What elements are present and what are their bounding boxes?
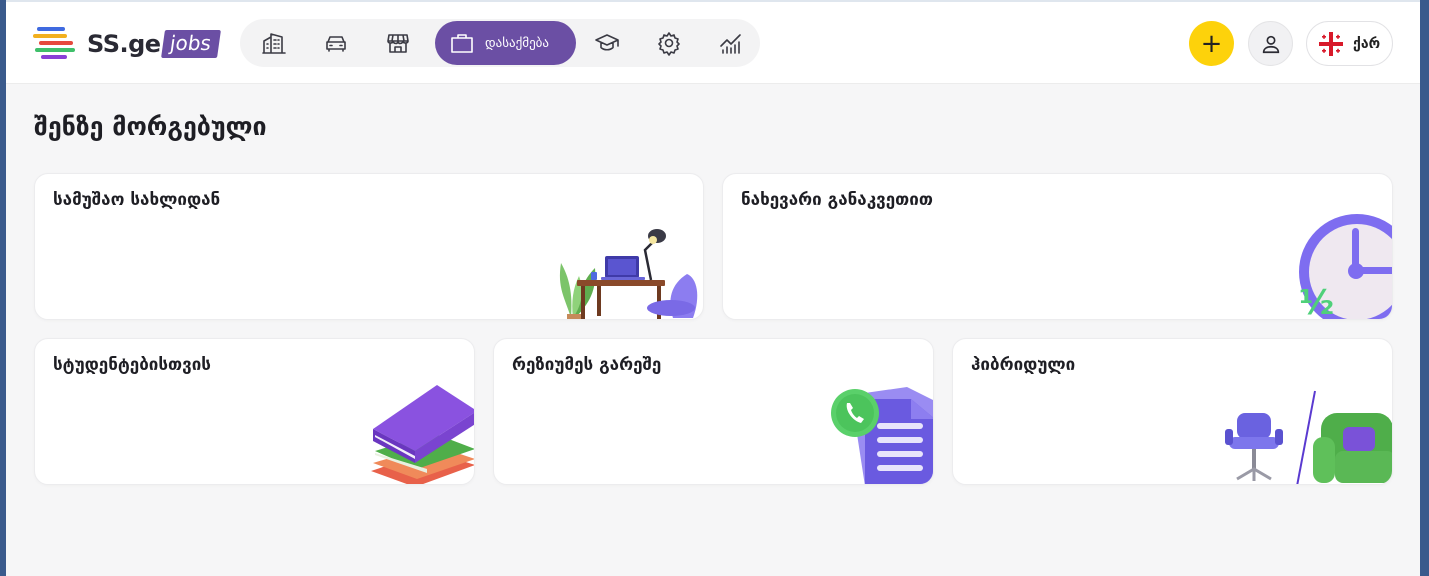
graduation-cap-icon	[595, 34, 619, 51]
card-title: ნახევარი განაკვეთით	[741, 190, 933, 210]
language-label: ქარ	[1353, 35, 1381, 52]
building-icon	[262, 33, 286, 54]
user-icon	[1262, 35, 1279, 53]
nav-jobs-label: დასაქმება	[485, 35, 550, 51]
card-title: სამუშაო სახლიდან	[53, 190, 221, 210]
georgian-flag-icon	[1319, 31, 1343, 56]
card-students[interactable]: სტუდენტებისთვის	[34, 338, 475, 485]
card-remote-work[interactable]: სამუშაო სახლიდან	[34, 173, 704, 320]
clock-illustration: ½	[1299, 214, 1392, 320]
briefcase-icon	[451, 34, 473, 53]
add-listing-button[interactable]: +	[1189, 21, 1234, 66]
nav-real-estate[interactable]	[246, 21, 302, 65]
user-profile-button[interactable]	[1248, 21, 1293, 66]
logo-text: SS.ge	[87, 30, 161, 58]
chart-icon	[720, 34, 741, 54]
section-title: შენზე მორგებული	[34, 112, 267, 141]
nav-cars[interactable]	[308, 21, 364, 65]
top-header: SS.ge jobs დასაქმება + ქარ	[6, 2, 1420, 84]
logo-lines-icon	[33, 25, 77, 63]
store-icon	[387, 34, 409, 53]
card-title: სტუდენტებისთვის	[53, 355, 211, 375]
nav-market[interactable]	[370, 21, 426, 65]
logo-tag: jobs	[160, 30, 221, 58]
site-logo[interactable]: SS.ge jobs	[33, 24, 221, 64]
books-illustration	[371, 385, 474, 484]
nav-education[interactable]	[579, 21, 635, 65]
gear-icon	[658, 32, 680, 56]
card-title: რეზიუმეს გარეშე	[512, 355, 662, 375]
browser-window: SS.ge jobs დასაქმება + ქარ შენზე მორგებუ…	[6, 0, 1420, 576]
svg-text:½: ½	[1299, 283, 1334, 320]
chairs-illustration	[1225, 390, 1392, 484]
nav-services[interactable]	[641, 21, 697, 65]
nav-jobs[interactable]: დასაქმება	[435, 21, 576, 65]
card-hybrid[interactable]: ჰიბრიდული	[952, 338, 1393, 485]
card-no-resume[interactable]: რეზიუმეს გარეშე	[493, 338, 934, 485]
card-title: ჰიბრიდული	[971, 355, 1076, 375]
category-nav: დასაქმება	[240, 19, 760, 67]
language-switcher[interactable]: ქარ	[1306, 21, 1393, 66]
document-phone-illustration	[831, 387, 933, 484]
desk-illustration	[559, 229, 698, 319]
car-icon	[326, 36, 346, 52]
nav-analytics[interactable]	[703, 21, 759, 65]
window-edge	[1420, 0, 1429, 576]
card-part-time[interactable]: ნახევარი განაკვეთით ½	[722, 173, 1393, 320]
